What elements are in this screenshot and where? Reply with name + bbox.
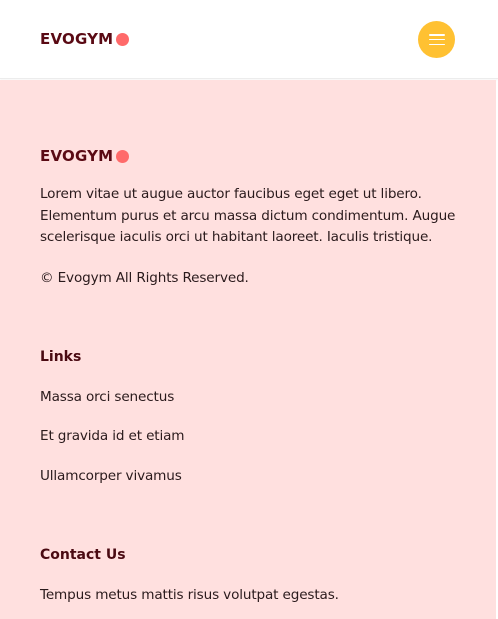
links-heading: Links: [40, 349, 82, 365]
page: EVOGYM EVOGYM Lorem vitae ut augue aucto…: [0, 0, 498, 619]
header-logo[interactable]: EVOGYM: [40, 30, 130, 48]
contact-heading: Contact Us: [40, 547, 126, 563]
footer-about-text: Lorem vitae ut augue auctor faucibus ege…: [40, 186, 456, 245]
copyright-text: © Evogym All Rights Reserved.: [40, 270, 249, 286]
hamburger-menu-icon: [428, 34, 445, 45]
menu-button[interactable]: [418, 21, 455, 58]
logo-dot-icon: [116, 150, 130, 163]
logo-text: EVOGYM: [40, 147, 114, 165]
logo-text: EVOGYM: [40, 30, 114, 48]
footer-logo: EVOGYM: [40, 147, 130, 165]
navbar: EVOGYM: [0, 0, 498, 79]
footer-link-et-gravida[interactable]: Et gravida id et etiam: [40, 426, 185, 446]
footer: EVOGYM Lorem vitae ut augue auctor fauci…: [0, 80, 496, 619]
contact-text: Tempus metus mattis risus volutpat egest…: [40, 587, 339, 603]
footer-link-massa-orci[interactable]: Massa orci senectus: [40, 387, 174, 407]
logo-dot-icon: [116, 33, 130, 46]
footer-link-ullamcorper[interactable]: Ullamcorper vivamus: [40, 466, 182, 486]
